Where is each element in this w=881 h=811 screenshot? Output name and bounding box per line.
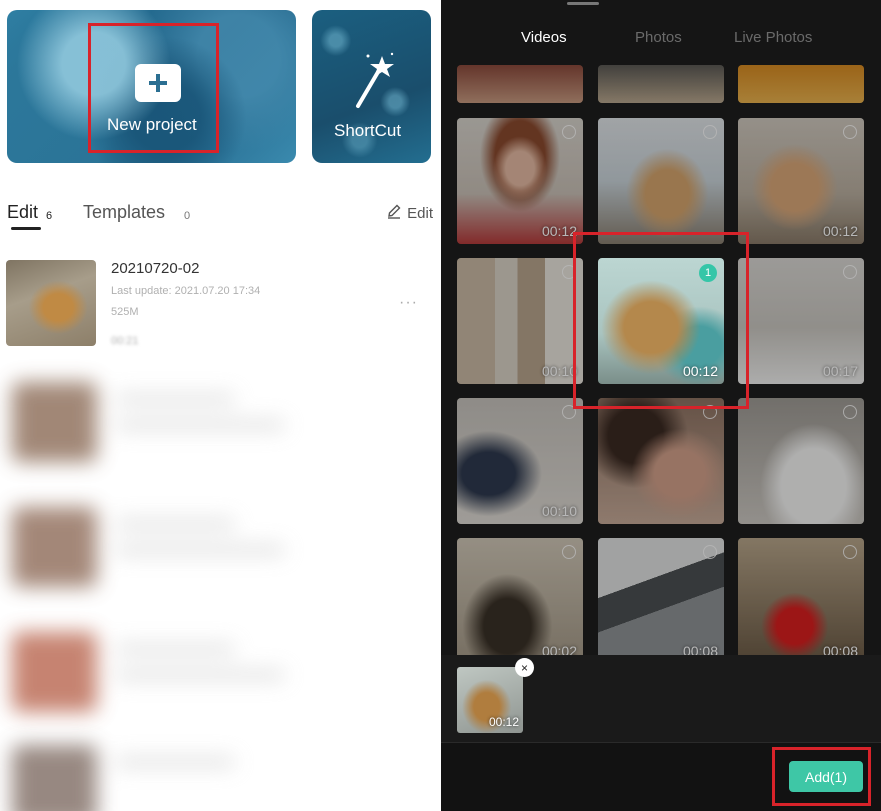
- select-circle-icon[interactable]: [562, 545, 576, 559]
- more-options-icon[interactable]: ···: [399, 294, 418, 312]
- select-circle-icon[interactable]: [843, 125, 857, 139]
- blurred-project-row: [0, 372, 441, 482]
- select-circle-icon[interactable]: [843, 545, 857, 559]
- video-tile[interactable]: 00:12: [738, 118, 864, 244]
- select-circle-icon[interactable]: [843, 405, 857, 419]
- select-circle-icon[interactable]: [562, 405, 576, 419]
- video-tile[interactable]: [457, 65, 583, 103]
- add-button[interactable]: Add(1): [789, 761, 863, 792]
- drag-handle[interactable]: [567, 2, 599, 5]
- blurred-project-row: [0, 622, 441, 732]
- shortcut-card[interactable]: ShortCut: [312, 10, 431, 163]
- video-duration: 00:10: [541, 363, 577, 379]
- edit-action-label: Edit: [407, 204, 433, 222]
- selected-clips-strip: 00:12 ×: [441, 655, 881, 742]
- video-grid: 00:12 00:12 00:10 1 00:12 00:17 00:10 00…: [441, 65, 881, 664]
- selected-clip-duration: 00:12: [488, 715, 519, 729]
- select-circle-icon[interactable]: [562, 265, 576, 279]
- video-tile[interactable]: 00:08: [598, 538, 724, 664]
- tab-edit[interactable]: Edit: [7, 202, 38, 223]
- project-duration: 00:21: [111, 335, 139, 347]
- video-tile[interactable]: 00:17: [738, 258, 864, 384]
- select-circle-icon[interactable]: [843, 265, 857, 279]
- video-tile[interactable]: 00:12: [457, 118, 583, 244]
- shortcut-label: ShortCut: [334, 121, 402, 140]
- project-size: 525M: [111, 306, 139, 318]
- tab-edit-underline: [11, 227, 41, 230]
- tab-templates-count: 0: [184, 210, 191, 222]
- remove-clip-icon[interactable]: ×: [515, 658, 534, 677]
- video-tile[interactable]: 00:10: [457, 398, 583, 524]
- plus-icon: [135, 64, 181, 102]
- edit-projects-button[interactable]: Edit: [386, 203, 433, 223]
- project-title: 20210720-02: [111, 260, 200, 277]
- video-duration: 00:17: [822, 363, 858, 379]
- video-tile[interactable]: [598, 398, 724, 524]
- blurred-project-row: [0, 735, 441, 811]
- video-tile[interactable]: [738, 398, 864, 524]
- video-tile[interactable]: [598, 65, 724, 103]
- select-circle-icon[interactable]: [703, 405, 717, 419]
- video-duration: 00:10: [541, 503, 577, 519]
- magic-wand-icon: [352, 50, 396, 117]
- select-circle-icon[interactable]: [562, 125, 576, 139]
- tab-photos[interactable]: Photos: [635, 29, 682, 46]
- project-thumbnail: [6, 260, 96, 346]
- blurred-project-row: [0, 497, 441, 607]
- project-home-panel: New project ShortCut Edit 6 Templates 0 …: [0, 0, 441, 811]
- tab-edit-count: 6: [46, 210, 53, 222]
- new-project-label: New project: [107, 115, 197, 134]
- project-item[interactable]: 20210720-02 Last update: 2021.07.20 17:3…: [6, 260, 426, 350]
- video-duration: 00:12: [822, 223, 858, 239]
- selected-clip-thumbnail[interactable]: 00:12: [457, 667, 523, 733]
- video-tile[interactable]: [598, 118, 724, 244]
- media-picker-panel: Videos Photos Live Photos 00:12 00:12 00…: [441, 0, 881, 811]
- new-project-card[interactable]: New project: [7, 10, 296, 163]
- selection-badge: 1: [699, 264, 717, 282]
- pencil-icon: [386, 203, 402, 223]
- project-tabs: Edit 6 Templates 0 Edit: [7, 202, 433, 234]
- select-circle-icon[interactable]: [703, 545, 717, 559]
- video-duration: 00:12: [541, 223, 577, 239]
- tab-templates[interactable]: Templates: [83, 202, 165, 223]
- tab-live-photos[interactable]: Live Photos: [734, 29, 812, 46]
- video-duration: 00:12: [682, 363, 718, 379]
- video-tile[interactable]: 00:10: [457, 258, 583, 384]
- video-tile-selected[interactable]: 1 00:12: [598, 258, 724, 384]
- tab-videos[interactable]: Videos: [521, 29, 567, 46]
- project-last-update: Last update: 2021.07.20 17:34: [111, 285, 261, 297]
- video-tile[interactable]: 00:02: [457, 538, 583, 664]
- select-circle-icon[interactable]: [703, 125, 717, 139]
- video-tile[interactable]: [738, 65, 864, 103]
- video-tile[interactable]: 00:08: [738, 538, 864, 664]
- bottom-action-bar: Add(1): [441, 742, 881, 811]
